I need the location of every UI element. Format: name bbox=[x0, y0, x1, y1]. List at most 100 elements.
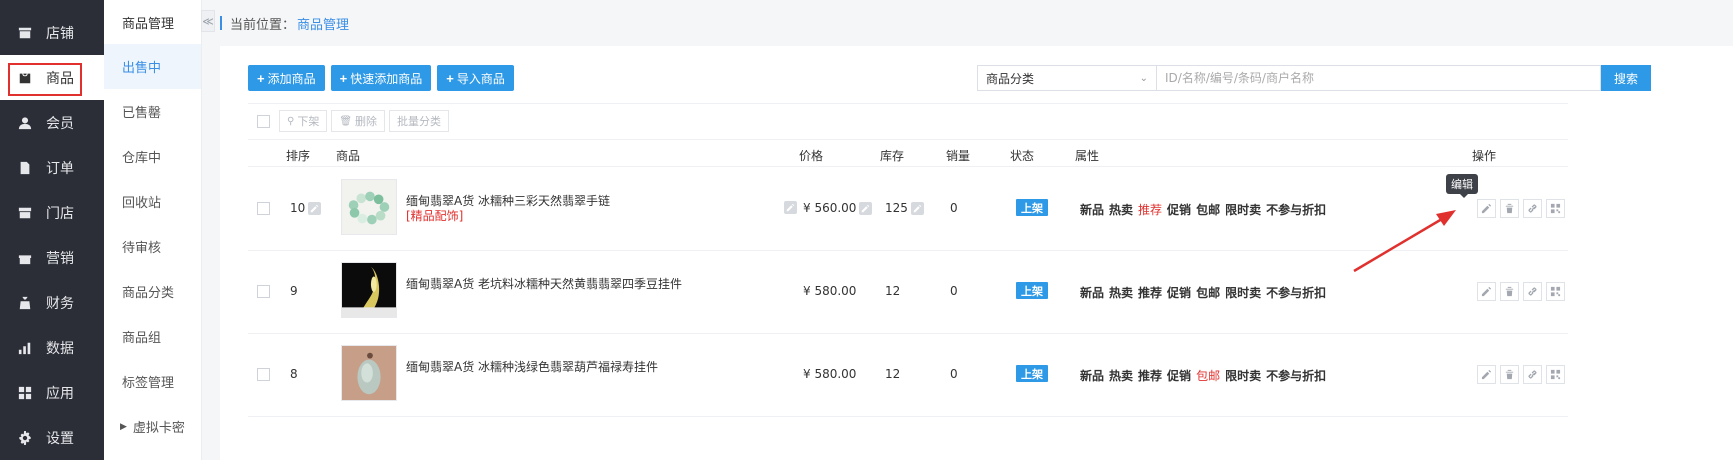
edit-icon[interactable] bbox=[1477, 199, 1496, 218]
plus-icon: + bbox=[257, 70, 265, 86]
submenu-item-2[interactable]: 仓库中 bbox=[104, 134, 201, 179]
header-sort[interactable]: 排序 bbox=[286, 147, 310, 164]
submenu-item-3[interactable]: 回收站 bbox=[104, 179, 201, 224]
qrcode-icon[interactable] bbox=[1546, 199, 1565, 218]
search-input[interactable] bbox=[1157, 65, 1601, 91]
price-edit-icon[interactable] bbox=[859, 201, 873, 215]
nav-item-0[interactable]: 店铺 bbox=[0, 10, 104, 55]
attr-2[interactable]: 推荐 bbox=[1138, 367, 1162, 384]
submenu-item-6[interactable]: 商品组 bbox=[104, 314, 201, 359]
nav-item-1[interactable]: 商品 bbox=[0, 55, 104, 100]
attr-4[interactable]: 包邮 bbox=[1196, 201, 1220, 218]
attr-1[interactable]: 热卖 bbox=[1109, 284, 1133, 301]
attr-2[interactable]: 推荐 bbox=[1138, 284, 1162, 301]
submenu-item-5[interactable]: 商品分类 bbox=[104, 269, 201, 314]
attr-1[interactable]: 热卖 bbox=[1109, 367, 1133, 384]
attr-1[interactable]: 热卖 bbox=[1109, 201, 1133, 218]
nav-item-4[interactable]: 门店 bbox=[0, 190, 104, 235]
attrs-cell: 新品 热卖 推荐 促销 包邮 限时卖 不参与折扣 bbox=[1080, 284, 1326, 301]
trash-icon[interactable] bbox=[1500, 282, 1519, 301]
name-edit-icon[interactable] bbox=[784, 201, 797, 214]
row-checkbox[interactable] bbox=[257, 202, 270, 215]
attr-3[interactable]: 促销 bbox=[1167, 284, 1191, 301]
attr-4[interactable]: 包邮 bbox=[1196, 367, 1220, 384]
link-icon[interactable] bbox=[1523, 365, 1542, 384]
status-badge[interactable]: 上架 bbox=[1016, 199, 1048, 216]
apps-icon bbox=[18, 386, 32, 400]
attr-5[interactable]: 限时卖 bbox=[1225, 201, 1261, 218]
attr-2[interactable]: 推荐 bbox=[1138, 201, 1162, 218]
attr-3[interactable]: 促销 bbox=[1167, 367, 1191, 384]
nav-item-5[interactable]: 营销 bbox=[0, 235, 104, 280]
nav-item-8[interactable]: 应用 bbox=[0, 370, 104, 415]
header-stock[interactable]: 库存 bbox=[880, 147, 904, 164]
off-shelf-button[interactable]: ⚲ 下架 bbox=[279, 110, 328, 132]
sort-cell: 9 bbox=[290, 284, 298, 298]
attr-0[interactable]: 新品 bbox=[1080, 367, 1104, 384]
category-select-value: 商品分类 bbox=[986, 71, 1035, 86]
add-goods-button[interactable]: + 添加商品 bbox=[248, 65, 325, 91]
qrcode-icon[interactable] bbox=[1546, 282, 1565, 301]
header-sales[interactable]: 销量 bbox=[946, 147, 970, 164]
quick-add-goods-label: 快速添加商品 bbox=[350, 71, 423, 86]
batch-category-button[interactable]: 批量分类 bbox=[389, 110, 450, 132]
goods-name[interactable]: 缅甸翡翠A货 冰糯种三彩天然翡翠手链 bbox=[406, 194, 610, 208]
attr-6[interactable]: 不参与折扣 bbox=[1266, 201, 1326, 218]
sort-edit-icon[interactable] bbox=[308, 201, 322, 215]
qrcode-icon[interactable] bbox=[1546, 365, 1565, 384]
goods-thumbnail[interactable] bbox=[341, 179, 397, 235]
sort-value: 9 bbox=[290, 284, 298, 298]
attr-0[interactable]: 新品 bbox=[1080, 284, 1104, 301]
submenu-item-1[interactable]: 已售罄 bbox=[104, 89, 201, 134]
import-goods-button[interactable]: + 导入商品 bbox=[437, 65, 514, 91]
breadcrumb-current[interactable]: 商品管理 bbox=[297, 14, 349, 33]
goods-name-cell: 缅甸翡翠A货 冰糯种浅绿色翡翠葫芦福禄寿挂件 bbox=[406, 360, 658, 375]
nav-item-3[interactable]: 订单 bbox=[0, 145, 104, 190]
status-badge[interactable]: 上架 bbox=[1016, 282, 1048, 299]
header-price[interactable]: 价格 bbox=[799, 147, 823, 164]
link-icon[interactable] bbox=[1523, 199, 1542, 218]
trash-icon[interactable] bbox=[1500, 199, 1519, 218]
nav-item-label: 设置 bbox=[46, 430, 74, 447]
goods-name[interactable]: 缅甸翡翠A货 冰糯种浅绿色翡翠葫芦福禄寿挂件 bbox=[406, 360, 658, 374]
quick-add-goods-button[interactable]: + 快速添加商品 bbox=[330, 65, 432, 91]
stock-edit-icon[interactable] bbox=[910, 201, 924, 215]
search-button[interactable]: 搜索 bbox=[1601, 65, 1651, 91]
delete-button[interactable]: 🗑 删除 bbox=[331, 110, 386, 132]
row-checkbox[interactable] bbox=[257, 368, 270, 381]
status-badge[interactable]: 上架 bbox=[1016, 365, 1048, 382]
goods-thumbnail[interactable] bbox=[341, 345, 397, 401]
trash-icon[interactable] bbox=[1500, 365, 1519, 384]
attr-6[interactable]: 不参与折扣 bbox=[1266, 367, 1326, 384]
attr-0[interactable]: 新品 bbox=[1080, 201, 1104, 218]
attr-6[interactable]: 不参与折扣 bbox=[1266, 284, 1326, 301]
submenu-item-label: 虚拟卡密 bbox=[132, 421, 185, 436]
select-all-checkbox[interactable] bbox=[257, 114, 270, 128]
link-icon[interactable] bbox=[1523, 282, 1542, 301]
nav-item-9[interactable]: 设置 bbox=[0, 415, 104, 460]
attrs-cell: 新品 热卖 推荐 促销 包邮 限时卖 不参与折扣 bbox=[1080, 201, 1326, 218]
collapse-icon[interactable]: ≪ bbox=[201, 10, 215, 32]
goods-name[interactable]: 缅甸翡翠A货 老坑料冰糯种天然黄翡翡翠四季豆挂件 bbox=[406, 277, 682, 291]
nav-list: 店铺 商品 会员 订单 门店 营销 财务数据应用设置 bbox=[0, 10, 104, 460]
submenu-item-4[interactable]: 待审核 bbox=[104, 224, 201, 269]
off-shelf-label: 下架 bbox=[297, 116, 320, 128]
nav-item-label: 数据 bbox=[46, 340, 74, 357]
attr-4[interactable]: 包邮 bbox=[1196, 284, 1220, 301]
submenu-item-7[interactable]: 标签管理 bbox=[104, 359, 201, 404]
goods-thumbnail[interactable] bbox=[341, 262, 397, 318]
submenu-title: 商品管理 ≪ bbox=[104, 0, 215, 44]
attr-5[interactable]: 限时卖 bbox=[1225, 284, 1261, 301]
nav-item-6[interactable]: 财务 bbox=[0, 280, 104, 325]
attr-3[interactable]: 促销 bbox=[1167, 201, 1191, 218]
nav-item-2[interactable]: 会员 bbox=[0, 100, 104, 145]
nav-item-7[interactable]: 数据 bbox=[0, 325, 104, 370]
row-checkbox[interactable] bbox=[257, 285, 270, 298]
submenu-item-label: 标签管理 bbox=[122, 376, 175, 391]
category-select[interactable]: 商品分类 ⌄ bbox=[977, 65, 1157, 91]
edit-icon[interactable] bbox=[1477, 365, 1496, 384]
submenu-item-8[interactable]: ▶ 虚拟卡密 bbox=[104, 404, 201, 449]
attr-5[interactable]: 限时卖 bbox=[1225, 367, 1261, 384]
submenu-item-0[interactable]: 出售中 bbox=[104, 44, 201, 89]
edit-icon[interactable] bbox=[1477, 282, 1496, 301]
